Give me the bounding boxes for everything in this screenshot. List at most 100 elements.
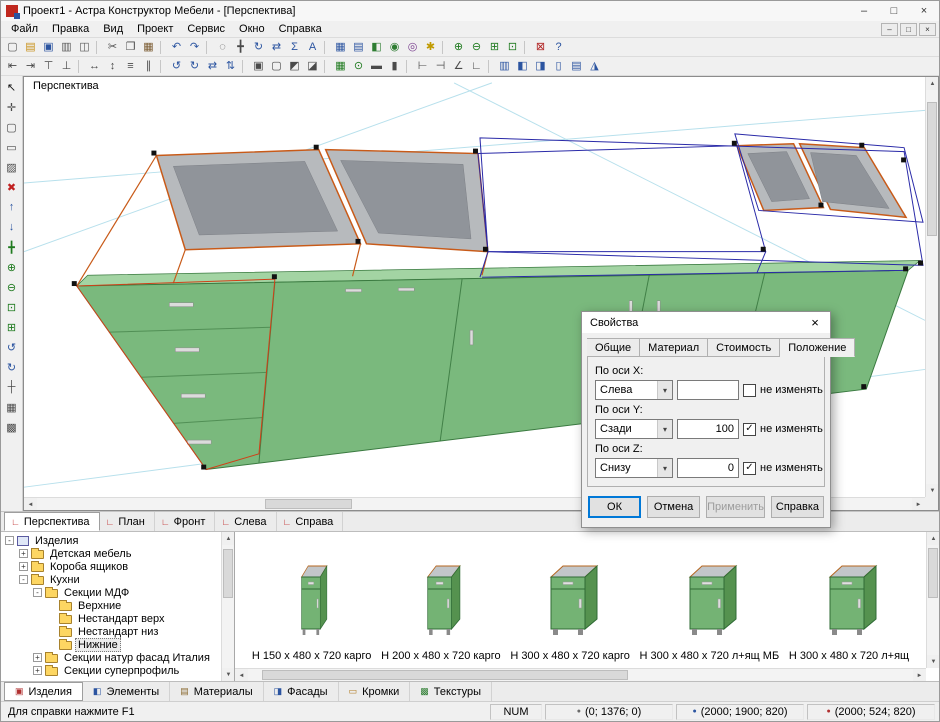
chevron-down-icon[interactable]: ▾	[657, 381, 672, 399]
distribute-h-icon[interactable]: ↔	[86, 58, 103, 74]
toolbar-icon[interactable]	[206, 41, 211, 54]
axes-icon[interactable]: ┼	[3, 379, 21, 395]
flip-v-icon[interactable]: ⇅	[222, 58, 239, 74]
scroll-right-icon[interactable]: ►	[912, 498, 925, 511]
toolbar-icon[interactable]	[242, 60, 247, 73]
flip-h-icon[interactable]: ⇄	[204, 58, 221, 74]
stairs-icon[interactable]: ▤	[568, 58, 585, 74]
rotate-view-icon[interactable]: ↻	[3, 359, 21, 375]
tab-material[interactable]: Материал	[640, 338, 708, 357]
align-top-icon[interactable]: ⊤	[40, 58, 57, 74]
snap-point-icon[interactable]: ⊙	[350, 58, 367, 74]
catalog-item[interactable]: Н 300 х 480 х 720 карго	[510, 562, 630, 662]
layer-up-icon[interactable]: ↑	[3, 199, 21, 215]
window-element-icon[interactable]: ◨	[532, 58, 549, 74]
scroll-left-icon[interactable]: ◄	[24, 498, 37, 511]
help-icon[interactable]: ?	[550, 39, 567, 55]
center-h-icon[interactable]: ≡	[122, 58, 139, 74]
edit-node-icon[interactable]: ✛	[3, 99, 21, 115]
view-tab-perspective[interactable]: ∟ Перспектива	[4, 512, 100, 531]
scrollbar-track[interactable]	[926, 90, 938, 484]
panel-tab-elements[interactable]: ◧ Элементы	[83, 682, 170, 701]
tree-item[interactable]: Нестандарт низ	[3, 625, 220, 638]
scroll-down-icon[interactable]: ▼	[926, 484, 939, 497]
view-tab-plan[interactable]: ∟ План	[100, 512, 155, 531]
menu-service[interactable]: Сервис	[180, 22, 232, 36]
tree-item[interactable]: + Детская мебель	[3, 547, 220, 560]
sheet-icon[interactable]: ▢	[3, 119, 21, 135]
axis-offset-input[interactable]	[677, 380, 739, 400]
layer-down-icon[interactable]: ↓	[3, 219, 21, 235]
tree-item[interactable]: + Секции суперпрофиль	[3, 664, 220, 677]
move-icon[interactable]: ╋	[232, 39, 249, 55]
pan-icon[interactable]: ╋	[3, 239, 21, 255]
texture-mode-icon[interactable]: ▩	[3, 419, 21, 435]
axis-offset-input[interactable]: 0	[677, 458, 739, 478]
group-icon[interactable]: ▣	[250, 58, 267, 74]
tree-expander[interactable]: -	[5, 536, 14, 545]
undo-icon[interactable]: ↶	[168, 39, 185, 55]
toolbar-icon[interactable]	[524, 41, 529, 54]
open-folder-icon[interactable]: ▤	[22, 39, 39, 55]
panel-tab-facades[interactable]: ◨ Фасады	[264, 682, 339, 701]
toolbar-icon[interactable]	[160, 60, 165, 73]
new-file-icon[interactable]: ▢	[4, 39, 21, 55]
column-icon[interactable]: ▯	[550, 58, 567, 74]
ruler-h-icon[interactable]: ▬	[368, 58, 385, 74]
align-bottom-icon[interactable]: ⊥	[58, 58, 75, 74]
chevron-down-icon[interactable]: ▾	[657, 459, 672, 477]
zoom-window-tool-icon[interactable]: ⊡	[3, 299, 21, 315]
catalog-horizontal-scrollbar[interactable]: ◄ ►	[235, 668, 926, 681]
roof-icon[interactable]: ◮	[586, 58, 603, 74]
do-not-change-checkbox[interactable]: ✓	[743, 423, 756, 436]
tree-item[interactable]: - Изделия	[3, 534, 220, 547]
print-icon[interactable]: ▥	[58, 39, 75, 55]
angle-icon[interactable]: ∠	[450, 58, 467, 74]
rotate-left-icon[interactable]: ↺	[168, 58, 185, 74]
bring-front-icon[interactable]: ◩	[286, 58, 303, 74]
tree-item[interactable]: + Секции натур фасад Италия	[3, 651, 220, 664]
tree-expander[interactable]: +	[33, 653, 42, 662]
scrollbar-track[interactable]	[222, 545, 234, 668]
chevron-down-icon[interactable]: ▾	[657, 420, 672, 438]
scrollbar-thumb[interactable]	[223, 549, 233, 598]
axis-origin-combobox[interactable]: Сзади ▾	[595, 419, 673, 439]
rotate-icon[interactable]: ↻	[250, 39, 267, 55]
axis-offset-input[interactable]: 100	[677, 419, 739, 439]
redo-icon[interactable]: ↷	[186, 39, 203, 55]
tab-general[interactable]: Общие	[587, 338, 640, 357]
center-v-icon[interactable]: ∥	[140, 58, 157, 74]
axis-origin-combobox[interactable]: Снизу ▾	[595, 458, 673, 478]
catalog-item[interactable]: Н 150 х 480 х 720 карго	[252, 562, 372, 662]
toolbar-icon[interactable]	[406, 60, 411, 73]
delete-object-icon[interactable]: ✖	[3, 179, 21, 195]
scrollbar-track[interactable]	[248, 669, 913, 681]
tree-item[interactable]: + Короба ящиков	[3, 560, 220, 573]
catalog-item[interactable]: Н 300 х 480 х 720 л+ящ	[789, 562, 909, 662]
solid-icon[interactable]: ◧	[368, 39, 385, 55]
ok-button[interactable]: ОК	[588, 496, 641, 518]
tab-position[interactable]: Положение	[780, 338, 855, 357]
mdi-restore-button[interactable]: □	[900, 23, 917, 36]
menu-view[interactable]: Вид	[96, 22, 130, 36]
toolbar-icon[interactable]	[160, 41, 165, 54]
light-icon[interactable]: ✱	[422, 39, 439, 55]
tree-expander[interactable]	[47, 601, 56, 610]
sum-icon[interactable]: Σ	[286, 39, 303, 55]
toolbar-icon[interactable]	[442, 41, 447, 54]
region-icon[interactable]: ▭	[3, 139, 21, 155]
tree-vertical-scrollbar[interactable]: ▲ ▼	[221, 532, 234, 681]
tree-expander[interactable]: -	[33, 588, 42, 597]
delete-icon[interactable]: ⊠	[532, 39, 549, 55]
catalog-item[interactable]: Н 300 х 480 х 720 л+ящ МБ	[640, 562, 780, 662]
grid-toggle-icon[interactable]: ▦	[3, 399, 21, 415]
maximize-button[interactable]: □	[879, 1, 909, 21]
tree-expander[interactable]: +	[19, 562, 28, 571]
zoom-out-tool-icon[interactable]: ⊖	[3, 279, 21, 295]
selection-frame-icon[interactable]: ◌	[214, 39, 231, 55]
wall-icon[interactable]: ▥	[496, 58, 513, 74]
zoom-in-tool-icon[interactable]: ⊕	[3, 259, 21, 275]
panel-tab-textures[interactable]: ▩ Текстуры	[410, 682, 492, 701]
tree-item[interactable]: Нижние	[3, 638, 220, 651]
tree-expander[interactable]	[47, 640, 56, 649]
